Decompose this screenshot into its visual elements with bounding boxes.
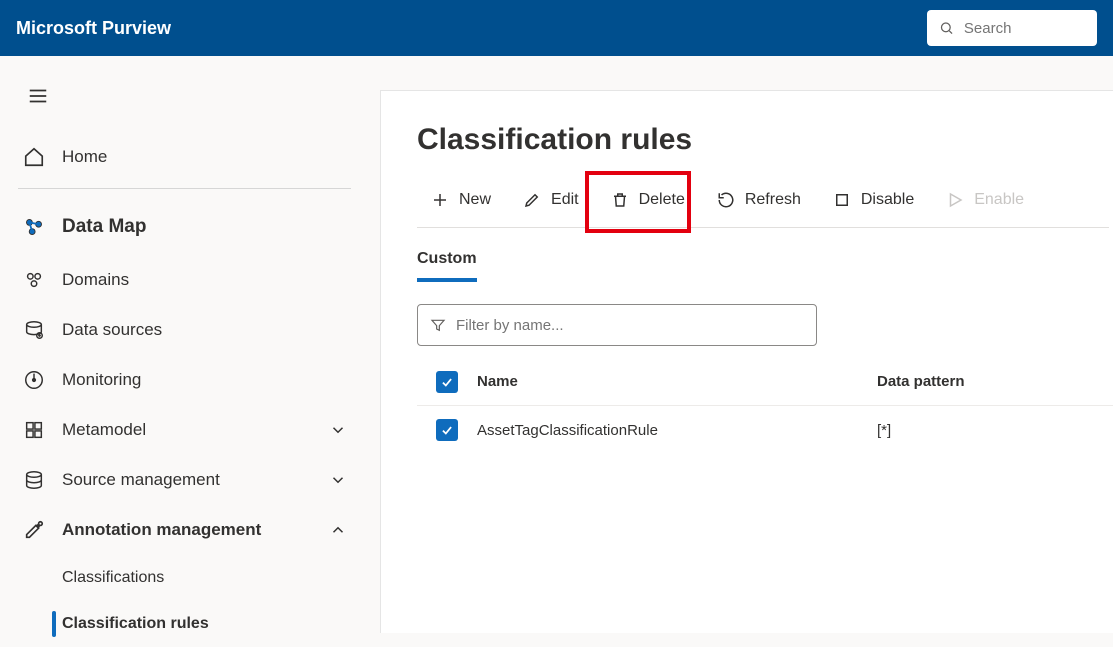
hamburger-menu[interactable]: [16, 74, 60, 118]
nav-monitoring[interactable]: Monitoring: [14, 355, 355, 405]
main-content: Classification rules New Edit Delete Ref…: [380, 90, 1113, 633]
row-pattern: [*]: [877, 422, 1113, 439]
filter-icon: [430, 317, 446, 333]
search-input[interactable]: [964, 20, 1085, 37]
subnav-classification-rules[interactable]: Classification rules: [54, 601, 355, 647]
enable-label: Enable: [974, 191, 1024, 209]
plus-icon: [431, 191, 449, 209]
row-checkbox[interactable]: [436, 419, 458, 441]
rules-table: Name Data pattern AssetTagClassification…: [417, 358, 1113, 454]
annotation-icon: [22, 518, 46, 542]
nav-source-management-label: Source management: [62, 470, 220, 490]
subnav-classifications-label: Classifications: [62, 569, 164, 587]
nav-data-sources-label: Data sources: [62, 320, 162, 340]
nav-home[interactable]: Home: [14, 132, 355, 182]
nav-domains[interactable]: Domains: [14, 255, 355, 305]
table-header: Name Data pattern: [417, 358, 1113, 406]
enable-icon: [946, 191, 964, 209]
datamap-icon: [22, 215, 46, 239]
home-icon: [22, 145, 46, 169]
refresh-label: Refresh: [745, 191, 801, 209]
disable-label: Disable: [861, 191, 914, 209]
nav-annotation-label: Annotation management: [62, 520, 261, 540]
edit-icon: [523, 191, 541, 209]
chevron-down-icon: [329, 421, 347, 439]
search-box[interactable]: [927, 10, 1097, 46]
nav-metamodel-label: Metamodel: [62, 420, 146, 440]
nav-data-sources[interactable]: Data sources: [14, 305, 355, 355]
data-sources-icon: [22, 318, 46, 342]
enable-button: Enable: [932, 185, 1038, 215]
subnav-classification-rules-label: Classification rules: [62, 615, 209, 633]
refresh-icon: [717, 191, 735, 209]
row-name[interactable]: AssetTagClassificationRule: [477, 422, 877, 439]
refresh-button[interactable]: Refresh: [703, 185, 815, 215]
sidebar: Home Data Map Domains Data sources: [0, 56, 380, 633]
nav-domains-label: Domains: [62, 270, 129, 290]
filter-input-wrap[interactable]: [417, 304, 817, 346]
filter-input[interactable]: [456, 317, 804, 334]
nav-section-datamap[interactable]: Data Map: [14, 199, 355, 255]
search-icon: [939, 19, 954, 37]
disable-button[interactable]: Disable: [819, 185, 928, 215]
nav-source-management[interactable]: Source management: [14, 455, 355, 505]
edit-button[interactable]: Edit: [509, 185, 593, 215]
edit-label: Edit: [551, 191, 579, 209]
toolbar: New Edit Delete Refresh Disable Enable: [417, 185, 1109, 228]
nav-monitoring-label: Monitoring: [62, 370, 141, 390]
metamodel-icon: [22, 418, 46, 442]
nav-metamodel[interactable]: Metamodel: [14, 405, 355, 455]
monitoring-icon: [22, 368, 46, 392]
new-label: New: [459, 191, 491, 209]
chevron-down-icon: [329, 471, 347, 489]
tabs: Custom: [417, 242, 1113, 282]
subnav-classifications[interactable]: Classifications: [54, 555, 355, 601]
page-title: Classification rules: [417, 123, 1113, 157]
brand-title: Microsoft Purview: [16, 18, 171, 39]
divider: [18, 188, 351, 189]
nav-section-label: Data Map: [62, 216, 146, 238]
delete-label: Delete: [639, 191, 685, 209]
disable-icon: [833, 191, 851, 209]
chevron-up-icon: [329, 521, 347, 539]
table-row[interactable]: AssetTagClassificationRule [*]: [417, 406, 1113, 454]
domains-icon: [22, 268, 46, 292]
source-management-icon: [22, 468, 46, 492]
nav-home-label: Home: [62, 147, 107, 167]
col-header-name[interactable]: Name: [477, 373, 877, 390]
nav-annotation-management[interactable]: Annotation management: [14, 505, 355, 555]
new-button[interactable]: New: [417, 185, 505, 215]
col-header-pattern[interactable]: Data pattern: [877, 373, 1113, 390]
select-all-checkbox[interactable]: [436, 371, 458, 393]
delete-button[interactable]: Delete: [597, 185, 699, 215]
header-bar: Microsoft Purview: [0, 0, 1113, 56]
tab-custom[interactable]: Custom: [417, 242, 477, 282]
trash-icon: [611, 191, 629, 209]
